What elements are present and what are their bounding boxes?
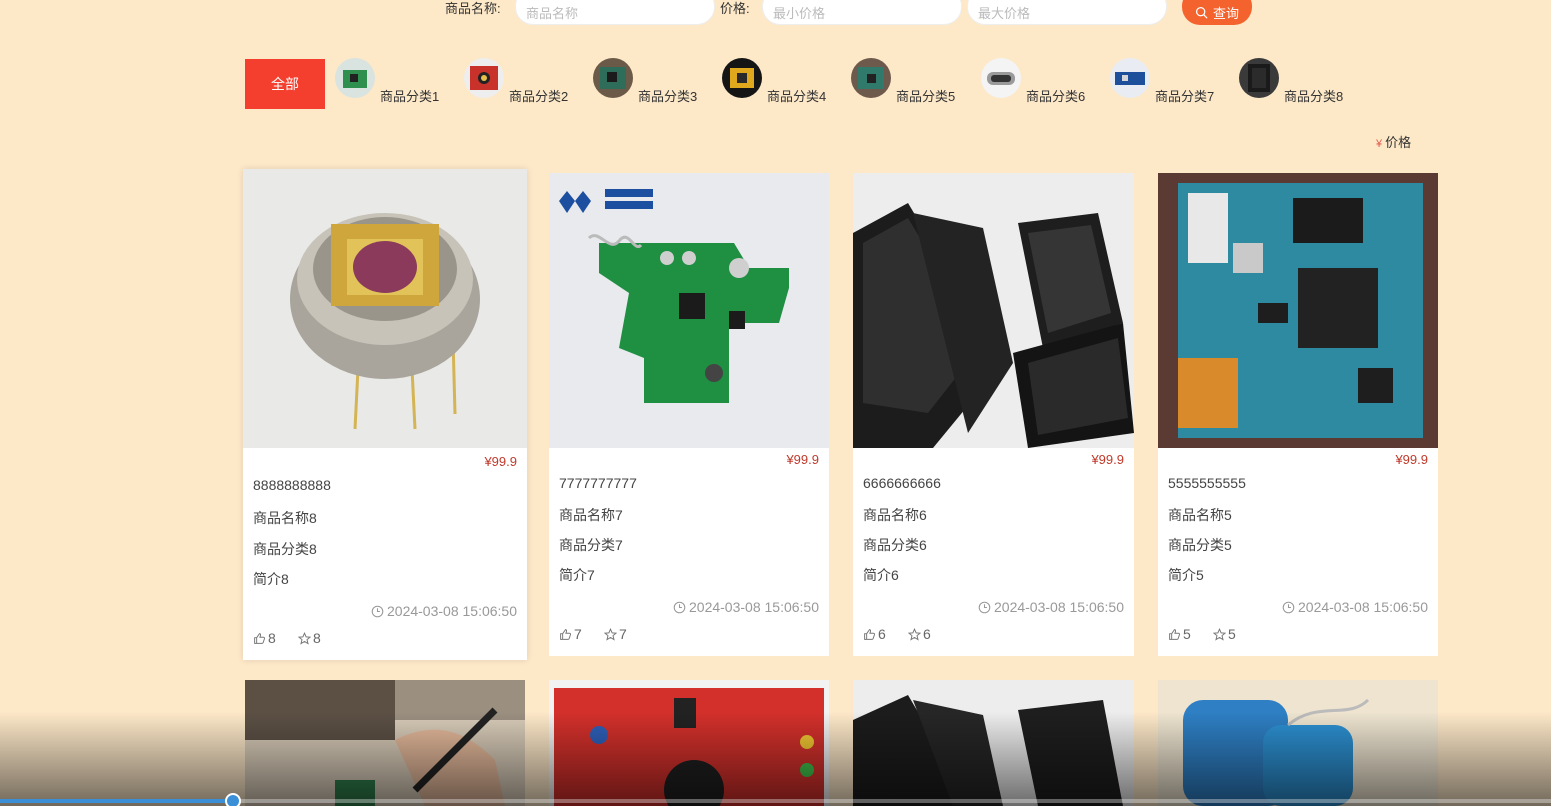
search-button-label: 查询 (1212, 6, 1239, 21)
product-time: 2024-03-08 15:06:50 (1282, 599, 1428, 615)
like-count[interactable]: 6 (863, 626, 886, 642)
thumbs-up-icon (560, 628, 572, 640)
category-tab-label: 商品分类2 (509, 89, 569, 104)
category-thumbnail (1110, 58, 1150, 98)
product-code: 7777777777 (559, 475, 637, 491)
star-icon (1213, 627, 1226, 641)
product-time: 2024-03-08 15:06:50 (673, 599, 819, 615)
product-card-partial[interactable] (1158, 680, 1438, 806)
thumbs-up-icon (1169, 628, 1181, 640)
category-thumbnail (593, 58, 633, 98)
product-price: ¥99.9 (786, 452, 819, 467)
clock-icon (1282, 601, 1295, 613)
category-thumbnail (335, 58, 375, 98)
product-name: 商品名称8 (253, 510, 317, 526)
product-code: 8888888888 (253, 477, 331, 493)
clock-icon (673, 601, 686, 613)
product-price: ¥99.9 (1091, 452, 1124, 467)
product-card[interactable]: ¥99.9 6666666666 商品名称6 商品分类6 简介6 2024-03… (853, 173, 1134, 656)
product-intro: 简介8 (253, 571, 289, 587)
product-intro: 简介7 (559, 567, 595, 583)
product-time: 2024-03-08 15:06:50 (371, 603, 517, 619)
product-card[interactable]: ¥99.9 8888888888 商品名称8 商品分类8 简介8 2024-03… (243, 169, 527, 660)
category-thumbnail (851, 58, 891, 98)
category-thumbnail (981, 58, 1021, 98)
category-thumbnail (1239, 58, 1279, 98)
product-image (549, 173, 829, 448)
price-sort-label: 价格 (1385, 135, 1412, 150)
product-name: 商品名称7 (559, 507, 623, 523)
product-category: 商品分类7 (559, 537, 623, 553)
favorite-count[interactable]: 8 (298, 630, 321, 646)
product-image (549, 680, 829, 806)
product-image (1158, 680, 1438, 806)
clock-icon (371, 605, 384, 617)
min-price-input[interactable] (762, 0, 962, 25)
product-code: 6666666666 (863, 475, 941, 491)
category-tab-label: 商品分类8 (1284, 89, 1344, 104)
favorite-count[interactable]: 6 (908, 626, 931, 642)
video-progress-handle[interactable] (224, 793, 241, 806)
product-name-input[interactable] (515, 0, 715, 25)
category-tab-label: 商品分类3 (638, 89, 698, 104)
like-count[interactable]: 5 (1168, 626, 1191, 642)
product-intro: 简介6 (863, 567, 899, 583)
like-count[interactable]: 7 (559, 626, 582, 642)
product-name: 商品名称6 (863, 507, 927, 523)
product-category: 商品分类5 (1168, 537, 1232, 553)
product-image (245, 680, 525, 806)
max-price-input[interactable] (967, 0, 1167, 25)
category-all-tab[interactable]: 全部 (245, 59, 325, 109)
product-price: ¥99.9 (484, 454, 517, 469)
clock-icon (978, 601, 991, 613)
product-intro: 简介5 (1168, 567, 1204, 583)
product-card-partial[interactable] (853, 680, 1134, 806)
search-icon (1195, 6, 1208, 19)
product-name-label: 商品名称: (445, 1, 501, 16)
product-image (853, 173, 1134, 448)
product-price: ¥99.9 (1395, 452, 1428, 467)
like-count[interactable]: 8 (253, 630, 276, 646)
category-tab-label: 商品分类1 (380, 89, 440, 104)
product-image (853, 680, 1134, 806)
star-icon (298, 631, 311, 645)
category-tab-label: 商品分类5 (896, 89, 956, 104)
thumbs-up-icon (254, 632, 266, 644)
category-tab-label: 商品分类4 (767, 89, 827, 104)
thumbs-up-icon (864, 628, 876, 640)
product-category: 商品分类6 (863, 537, 927, 553)
search-button[interactable]: 查询 (1182, 0, 1252, 25)
product-time: 2024-03-08 15:06:50 (978, 599, 1124, 615)
product-image (243, 169, 527, 448)
favorite-count[interactable]: 5 (1213, 626, 1236, 642)
product-image (1158, 173, 1438, 448)
product-code: 5555555555 (1168, 475, 1246, 491)
favorite-count[interactable]: 7 (604, 626, 627, 642)
category-tab-label: 商品分类6 (1026, 89, 1086, 104)
product-card-partial[interactable] (245, 680, 525, 806)
video-progress-fill (0, 799, 233, 803)
currency-icon: ¥ (1376, 138, 1383, 150)
product-category: 商品分类8 (253, 541, 317, 557)
price-label: 价格: (720, 1, 750, 16)
video-progress-bar[interactable] (0, 793, 1551, 806)
category-thumbnail (464, 58, 504, 98)
star-icon (908, 627, 921, 641)
product-card[interactable]: ¥99.9 5555555555 商品名称5 商品分类5 简介5 2024-03… (1158, 173, 1438, 656)
product-name: 商品名称5 (1168, 507, 1232, 523)
product-card[interactable]: ¥99.9 7777777777 商品名称7 商品分类7 简介7 2024-03… (549, 173, 829, 656)
price-sort-toggle[interactable]: ¥ 价格 (1376, 132, 1411, 151)
star-icon (604, 627, 617, 641)
search-bar: 商品名称: 价格: 查询 (0, 0, 1551, 30)
category-tab-label: 商品分类7 (1155, 89, 1215, 104)
category-thumbnail (722, 58, 762, 98)
product-card-partial[interactable] (549, 680, 829, 806)
